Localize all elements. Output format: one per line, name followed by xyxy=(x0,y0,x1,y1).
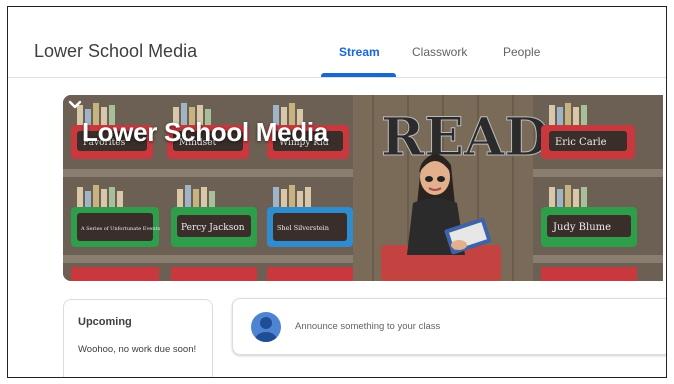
classroom-window: Lower School Media Stream Classwork Peop… xyxy=(7,6,667,378)
bin-label-judy-blume: Judy Blume xyxy=(552,222,611,233)
announce-box[interactable]: Announce something to your class xyxy=(232,298,666,355)
tab-classwork[interactable]: Classwork xyxy=(412,45,467,59)
bin-label-unfortunate-events: A Series of Unfortunate Events xyxy=(80,226,160,232)
chevron-down-icon[interactable] xyxy=(63,95,87,115)
bin-label-shel-silverstein: Shel Silverstein xyxy=(277,224,329,232)
announce-placeholder: Announce something to your class xyxy=(295,321,441,332)
upcoming-card: Upcoming Woohoo, no work due soon! xyxy=(63,299,213,377)
top-bar: Lower School Media Stream Classwork Peop… xyxy=(8,7,666,78)
wall-read-text: READ xyxy=(381,107,549,168)
banner-title: Lower School Media xyxy=(82,117,328,147)
tab-people[interactable]: People xyxy=(503,45,540,59)
active-tab-indicator xyxy=(321,73,396,77)
tab-stream[interactable]: Stream xyxy=(339,45,380,59)
person-icon xyxy=(251,312,281,342)
class-title[interactable]: Lower School Media xyxy=(34,41,197,62)
bin-label-percy-jackson: Percy Jackson xyxy=(181,223,245,233)
upcoming-title: Upcoming xyxy=(78,316,132,328)
upcoming-status-text: Woohoo, no work due soon! xyxy=(78,344,197,355)
class-banner: READ Favorites Mindset Wimpy Kid Eric Ca… xyxy=(63,95,663,281)
bin-label-eric-carle: Eric Carle xyxy=(555,137,607,148)
